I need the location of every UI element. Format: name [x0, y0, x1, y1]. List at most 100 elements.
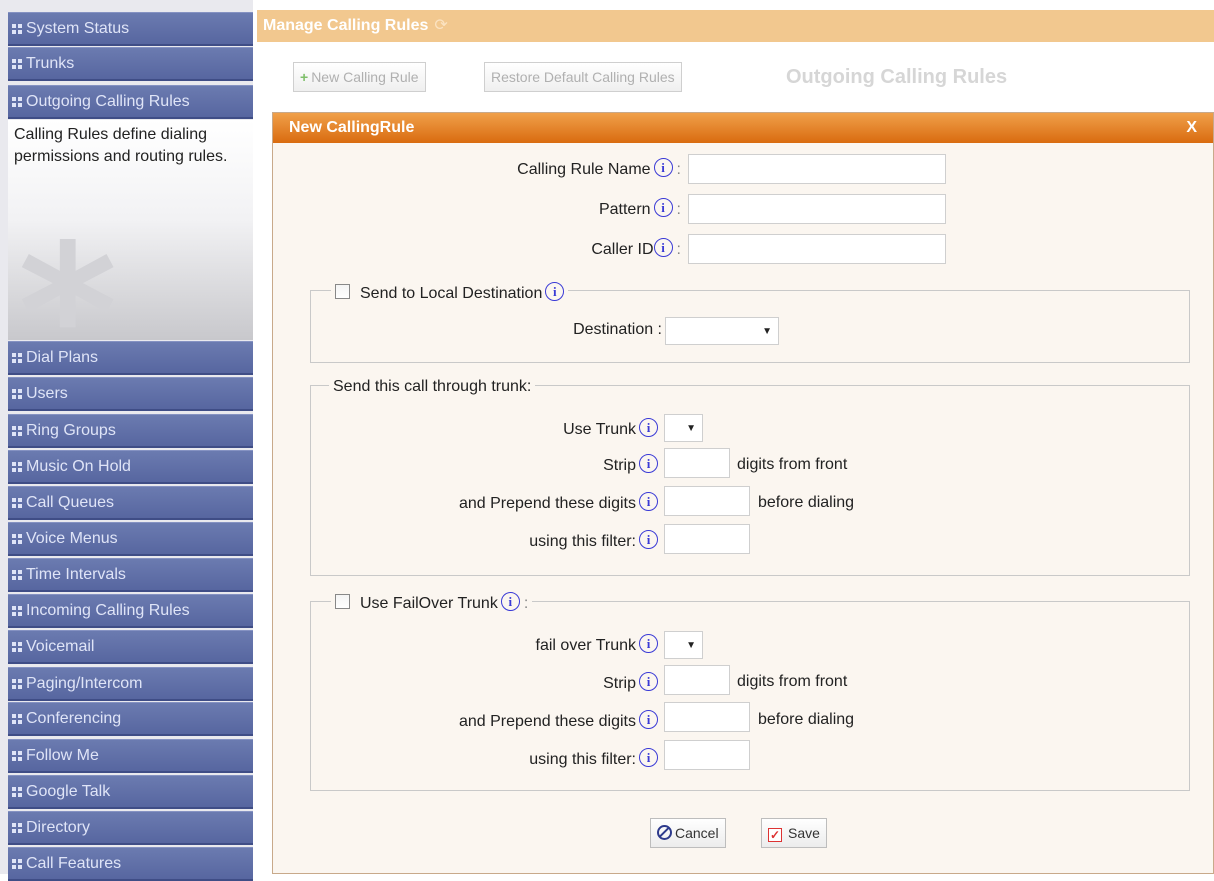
sidebar-item-conferencing[interactable]: Conferencing — [8, 702, 253, 736]
use-trunk-select[interactable]: ▼ — [664, 414, 703, 442]
sidebar-item-label: Users — [26, 385, 68, 402]
sidebar-item-ring-groups[interactable]: Ring Groups — [8, 414, 253, 448]
dialog-title: New CallingRule — [289, 119, 415, 136]
dialog-titlebar: New CallingRule X — [273, 113, 1213, 143]
trunk-fieldset — [310, 385, 1190, 576]
info-icon[interactable]: i — [639, 492, 658, 511]
grid-icon — [12, 714, 22, 724]
restore-defaults-button[interactable]: Restore Default Calling Rules — [484, 62, 682, 92]
failover-fieldset — [310, 601, 1190, 791]
page-title: Manage Calling Rules — [263, 17, 429, 34]
grid-icon — [12, 426, 22, 436]
info-icon[interactable]: i — [639, 418, 658, 437]
grid-icon — [12, 642, 22, 652]
info-icon[interactable]: i — [653, 158, 673, 177]
grid-icon — [12, 787, 22, 797]
sidebar-item-music-on-hold[interactable]: Music On Hold — [8, 450, 253, 484]
sidebar-item-trunks[interactable]: Trunks — [8, 47, 253, 81]
sidebar-item-label: Ring Groups — [26, 422, 116, 439]
failover-filter-label: using this filter: i — [529, 748, 658, 770]
sidebar-item-label: Voicemail — [26, 638, 95, 655]
filter-label: using this filter: i — [529, 530, 658, 552]
grid-icon — [12, 570, 22, 580]
info-icon[interactable]: i — [639, 748, 658, 767]
new-calling-rule-label: New Calling Rule — [311, 69, 419, 85]
failover-strip-input[interactable] — [664, 665, 730, 695]
sidebar-item-label: Time Intervals — [26, 566, 126, 583]
info-icon[interactable]: i — [653, 238, 673, 257]
info-icon[interactable]: i — [545, 282, 565, 301]
sidebar-item-paging-intercom[interactable]: Paging/Intercom — [8, 667, 253, 701]
sidebar-item-label: Call Features — [26, 855, 122, 872]
sidebar-item-call-features[interactable]: Call Features — [8, 847, 253, 881]
sidebar-item-label: Outgoing Calling Rules — [26, 93, 190, 110]
failover-trunk-select[interactable]: ▼ — [664, 631, 703, 659]
info-icon[interactable]: i — [653, 198, 673, 217]
prepend-digits-input[interactable] — [664, 486, 750, 516]
sidebar-item-label: Incoming Calling Rules — [26, 602, 190, 619]
sidebar-item-users[interactable]: Users — [8, 377, 253, 411]
failover-checkbox[interactable] — [335, 594, 350, 609]
info-icon[interactable]: i — [639, 710, 658, 729]
grid-icon — [12, 462, 22, 472]
save-button[interactable]: ✓ Save — [761, 818, 827, 848]
close-button[interactable]: X — [1186, 113, 1197, 143]
info-icon[interactable]: i — [639, 672, 658, 691]
info-icon[interactable]: i — [639, 634, 658, 653]
help-panel: * Calling Rules define dialing permissio… — [8, 120, 253, 340]
refresh-icon[interactable]: ⟳ — [434, 17, 447, 34]
grid-icon — [12, 679, 22, 689]
failover-trunk-label: fail over Trunk i — [536, 634, 658, 656]
calling-rule-name-label: Calling Rule Name i: — [517, 158, 681, 178]
pattern-input[interactable] — [688, 194, 946, 224]
section-title: Outgoing Calling Rules — [786, 66, 1008, 88]
caller-id-label: Caller ID i: — [591, 238, 681, 258]
trunk-legend: Send this call through trunk: — [329, 377, 536, 397]
grid-icon — [12, 59, 22, 69]
sidebar-item-label: Music On Hold — [26, 458, 131, 475]
sidebar-item-label: System Status — [26, 20, 130, 37]
info-icon[interactable]: i — [639, 454, 658, 473]
grid-icon — [12, 97, 22, 107]
sidebar-item-google-talk[interactable]: Google Talk — [8, 775, 253, 809]
sidebar-item-call-queues[interactable]: Call Queues — [8, 486, 253, 520]
info-icon[interactable]: i — [500, 592, 520, 611]
sidebar-item-label: Follow Me — [26, 747, 99, 764]
strip-digits-input[interactable] — [664, 448, 730, 478]
failover-strip-suffix-text: digits from front — [737, 673, 848, 690]
local-destination-legend: Send to Local Destination i — [331, 282, 569, 304]
cancel-button[interactable]: Cancel — [650, 818, 726, 848]
sidebar-item-outgoing-calling-rules[interactable]: Outgoing Calling Rules — [8, 85, 253, 119]
failover-filter-input[interactable] — [664, 740, 750, 770]
grid-icon — [12, 498, 22, 508]
failover-prepend-input[interactable] — [664, 702, 750, 732]
calling-rule-name-input[interactable] — [688, 154, 946, 184]
sidebar-item-label: Trunks — [26, 55, 75, 72]
filter-input[interactable] — [664, 524, 750, 554]
restore-defaults-label: Restore Default Calling Rules — [491, 69, 675, 85]
prepend-label: and Prepend these digits i — [459, 492, 658, 514]
caller-id-input[interactable] — [688, 234, 946, 264]
grid-icon — [12, 353, 22, 363]
sidebar-item-system-status[interactable]: System Status — [8, 12, 253, 46]
new-calling-rule-button[interactable]: + New Calling Rule — [293, 62, 426, 92]
sidebar-item-voice-menus[interactable]: Voice Menus — [8, 522, 253, 556]
failover-prepend-label: and Prepend these digits i — [459, 710, 658, 732]
info-icon[interactable]: i — [639, 530, 658, 549]
failover-prepend-suffix-text: before dialing — [758, 711, 855, 728]
pattern-label: Pattern i: — [598, 198, 681, 218]
destination-select[interactable]: ▼ — [665, 317, 779, 345]
sidebar-item-label: Google Talk — [26, 783, 111, 800]
page-header: Manage Calling Rules ⟳ — [257, 10, 1214, 42]
sidebar-item-voicemail[interactable]: Voicemail — [8, 630, 253, 664]
grid-icon — [12, 24, 22, 34]
failover-legend: Use FailOver Trunk i: — [331, 592, 533, 614]
sidebar-item-incoming-calling-rules[interactable]: Incoming Calling Rules — [8, 594, 253, 628]
sidebar-item-dial-plans[interactable]: Dial Plans — [8, 341, 253, 375]
grid-icon — [12, 606, 22, 616]
local-destination-checkbox[interactable] — [335, 284, 350, 299]
cancel-icon — [657, 825, 672, 840]
sidebar-item-time-intervals[interactable]: Time Intervals — [8, 558, 253, 592]
sidebar-item-directory[interactable]: Directory — [8, 811, 253, 845]
sidebar-item-follow-me[interactable]: Follow Me — [8, 739, 253, 773]
